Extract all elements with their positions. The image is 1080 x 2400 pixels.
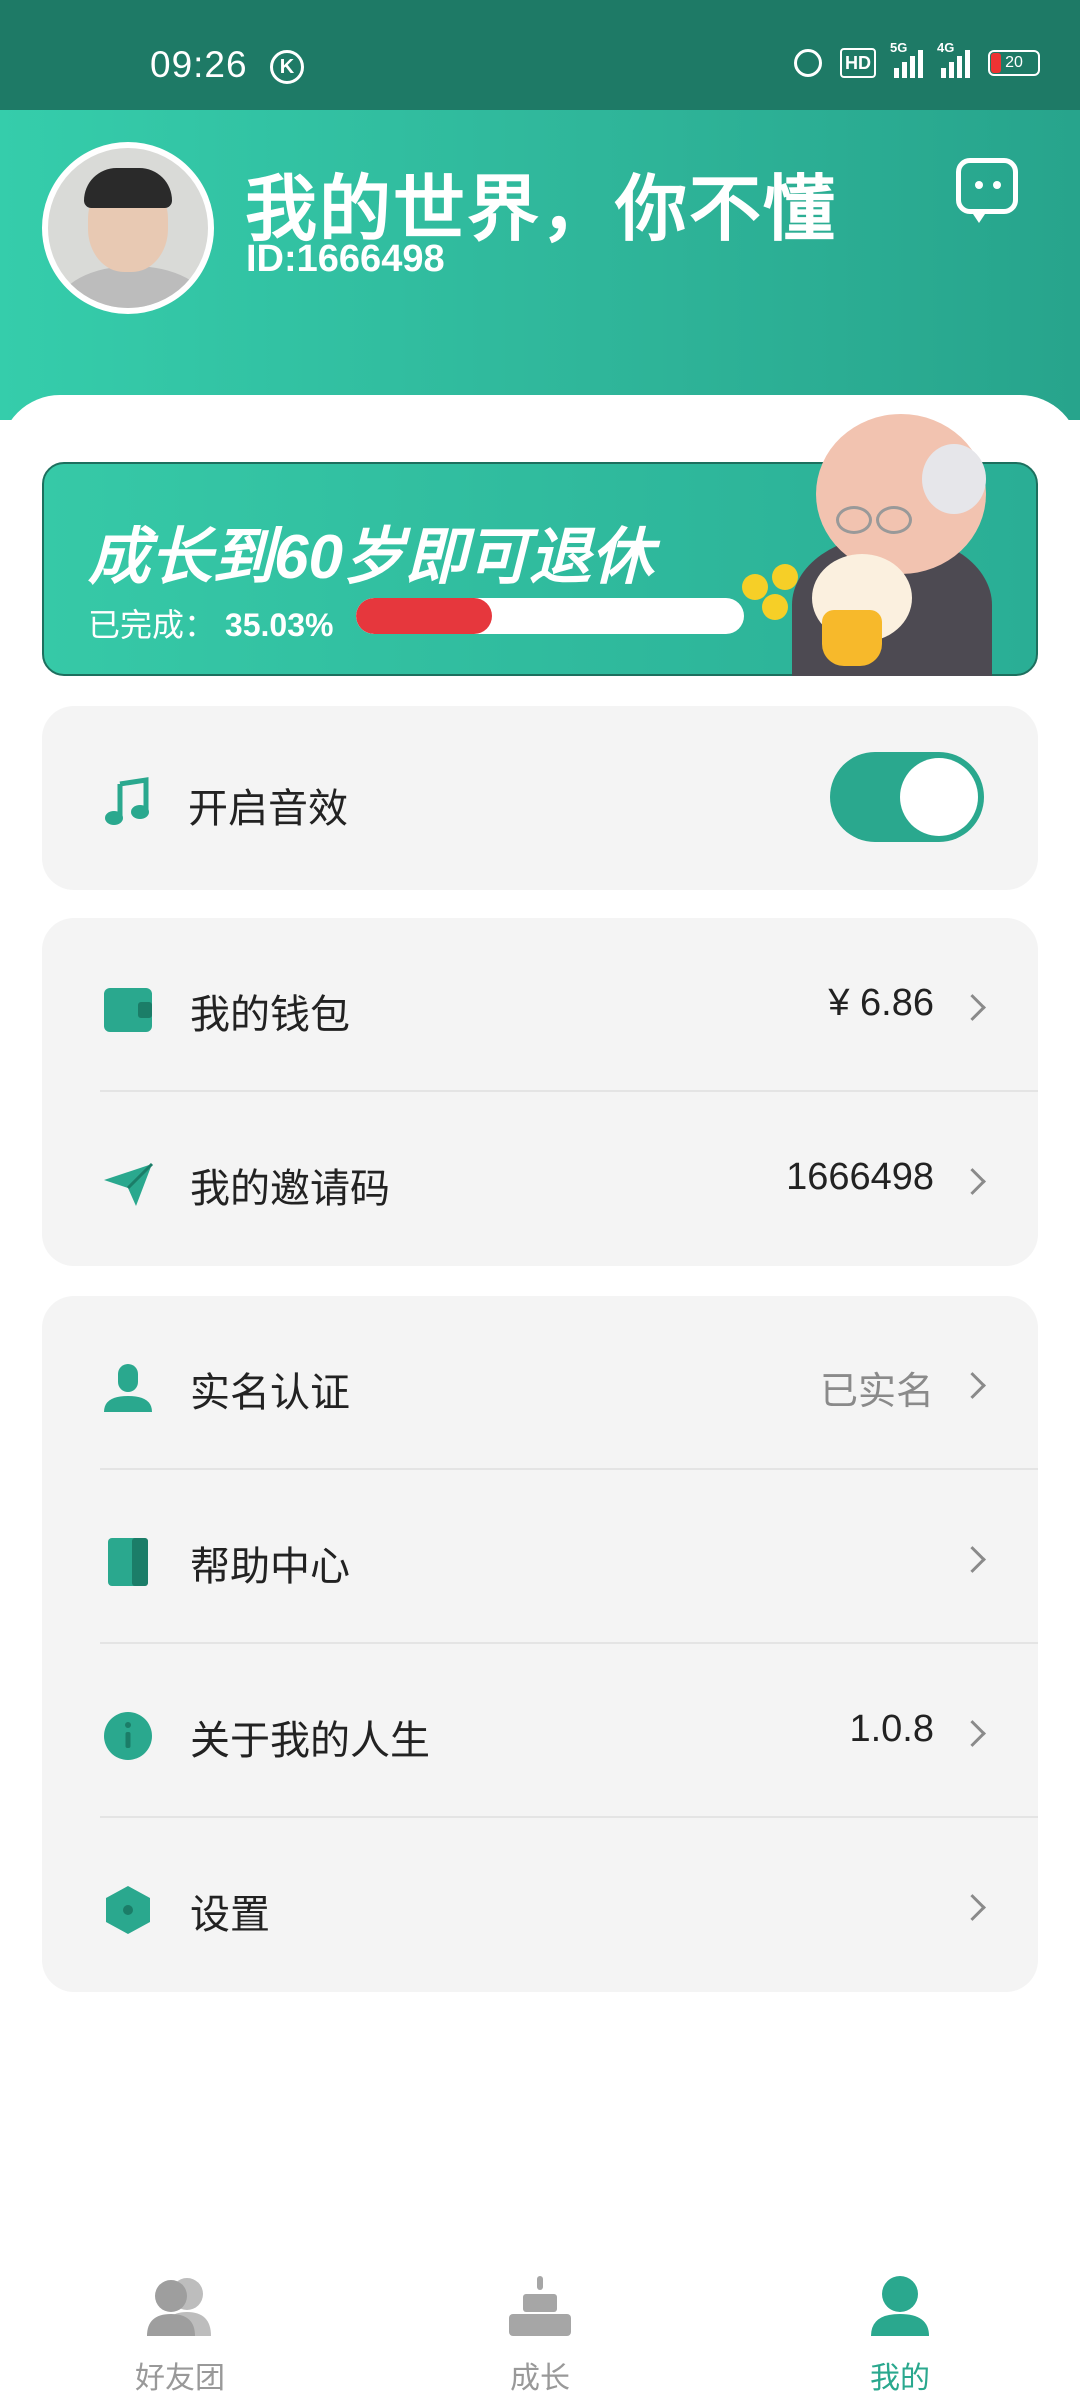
invite-code-value: 1666498 [786,1156,934,1198]
cake-icon [509,2276,571,2336]
user-id: ID:1666498 [246,238,445,280]
info-icon [104,1712,152,1760]
chevron-right-icon [959,1372,986,1399]
sound-row: 开启音效 [42,706,1038,880]
wallet-row[interactable]: 我的钱包 ¥ 6.86 [42,918,1038,1092]
wallet-balance: ¥ 6.86 [828,982,934,1024]
status-bar: 09:26 K HD 5G 4G 20 [0,0,1080,110]
tab-mine-label: 我的 [870,2362,930,2395]
realname-label: 实名认证 [190,1371,350,1415]
status-icons: HD 5G 4G 20 [794,40,1040,78]
menu-card: 实名认证 已实名 帮助中心 关于我的人生 1.0.8 设置 [42,1296,1038,1992]
realname-status: 已实名 [819,1371,934,1413]
alarm-icon [794,49,822,77]
tab-friends[interactable]: 好友团 [80,2230,280,2400]
chevron-right-icon [959,994,986,1021]
sound-label: 开启音效 [188,787,348,831]
hd-icon: HD [840,48,876,78]
paper-plane-icon [104,1162,154,1206]
settings-row[interactable]: 设置 [42,1818,1038,1992]
app-version: 1.0.8 [849,1708,934,1750]
help-center-label: 帮助中心 [190,1545,350,1589]
battery-icon: 20 [988,50,1040,76]
status-time: 09:26 [150,44,248,85]
progress-label: 已完成： [88,607,217,643]
progress-value: 35.03% [224,607,334,643]
progress-bar [356,598,744,634]
music-note-icon [105,777,149,825]
toggle-knob [900,758,978,836]
wallet-icon [104,988,152,1032]
book-icon [108,1538,148,1586]
about-label: 关于我的人生 [190,1719,430,1763]
message-icon[interactable] [956,158,1018,223]
settings-hexagon-icon [106,1886,150,1934]
tab-friends-label: 好友团 [135,2362,225,2395]
grandpa-cat-illustration [742,414,1022,676]
k-app-icon: K [270,50,304,84]
sound-card: 开启音效 [42,706,1038,890]
retirement-title: 成长到60岁即可退休 [88,523,653,592]
person-icon [104,1364,152,1412]
sound-toggle[interactable] [830,752,984,842]
help-center-row[interactable]: 帮助中心 [42,1470,1038,1644]
wallet-label: 我的钱包 [190,993,350,1037]
progress-bar-fill [356,598,492,634]
avatar[interactable] [42,142,214,314]
tab-growth[interactable]: 成长 [440,2230,640,2400]
signal-4g-label: 4G [937,40,955,55]
signal-5g-icon: 5G [890,40,923,78]
chevron-right-icon [959,1894,986,1921]
account-card: 我的钱包 ¥ 6.86 我的邀请码 1666498 [42,918,1038,1266]
about-row[interactable]: 关于我的人生 1.0.8 [42,1644,1038,1818]
invite-code-label: 我的邀请码 [190,1167,390,1211]
progress-label-row: 已完成： 35.03% [88,600,333,646]
realname-row[interactable]: 实名认证 已实名 [42,1296,1038,1470]
signal-4g-icon: 4G [937,40,970,78]
person-icon [871,2276,929,2336]
chevron-right-icon [959,1546,986,1573]
signal-5g-label: 5G [890,40,908,55]
tab-growth-label: 成长 [510,2362,570,2395]
tab-mine[interactable]: 我的 [800,2230,1000,2400]
settings-label: 设置 [190,1893,270,1937]
invite-code-row[interactable]: 我的邀请码 1666498 [42,1092,1038,1266]
chevron-right-icon [959,1720,986,1747]
friends-icon [147,2278,211,2336]
retirement-progress-card[interactable]: 成长到60岁即可退休 已完成： 35.03% [42,414,1038,676]
bottom-tab-bar: 好友团 成长 我的 [0,2230,1080,2400]
chevron-right-icon [959,1168,986,1195]
